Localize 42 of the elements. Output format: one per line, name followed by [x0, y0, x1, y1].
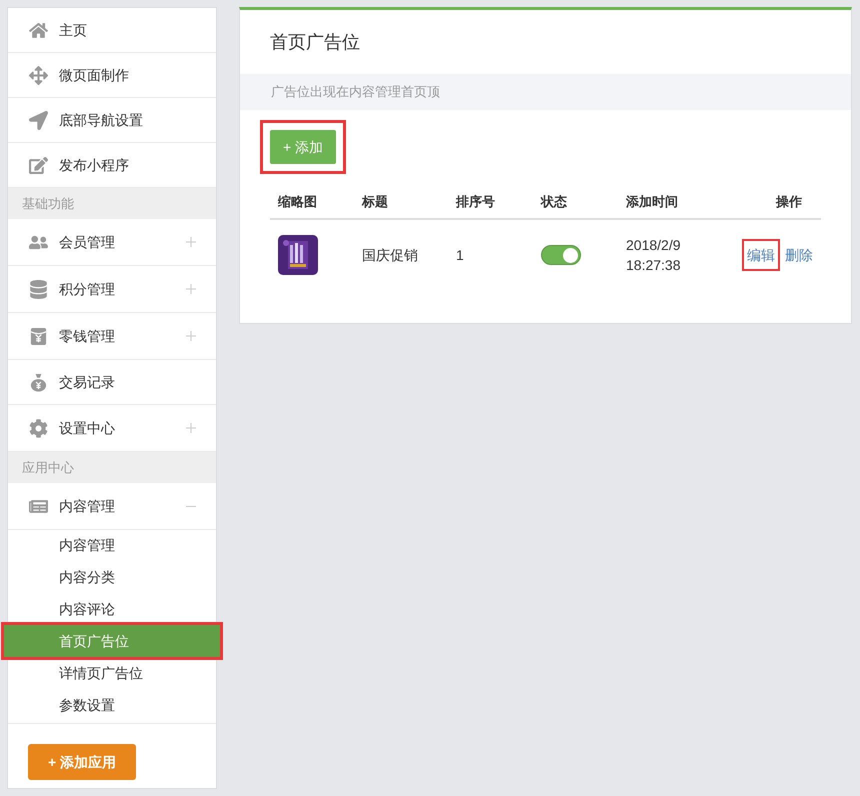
database-icon: [28, 279, 48, 299]
sidebar-item[interactable]: 交易记录: [8, 360, 216, 405]
sidebar-item[interactable]: 内容管理: [8, 483, 216, 530]
section-header: 应用中心: [8, 452, 216, 483]
sidebar-item[interactable]: 主页: [8, 8, 216, 53]
action-link[interactable]: 删除: [785, 246, 813, 264]
edit-icon: [28, 155, 48, 175]
time-text: 18:27:38: [626, 256, 682, 275]
yuan-card-icon: [28, 326, 48, 346]
column-header: 状态: [539, 193, 568, 212]
sidebar-item[interactable]: 会员管理: [8, 219, 216, 266]
date-text: 2018/2/9: [626, 236, 682, 255]
move-arrows-icon: [28, 65, 48, 85]
page-title: 首页广告位: [269, 30, 361, 54]
column-header: 添加时间: [625, 193, 679, 212]
column-header: 缩略图: [276, 193, 318, 212]
status-toggle[interactable]: [541, 245, 581, 265]
plus-icon: [186, 237, 196, 247]
sidebar-item[interactable]: 零钱管理: [8, 313, 216, 360]
sidebar-item[interactable]: 积分管理: [8, 266, 216, 313]
submenu-item[interactable]: 内容管理: [8, 529, 216, 561]
column-header: 排序号: [454, 193, 496, 212]
sidebar-item[interactable]: 底部导航设置: [8, 98, 216, 143]
submenu-item[interactable]: 内容分类: [8, 561, 216, 593]
plus-icon: [186, 423, 196, 433]
sidebar-item[interactable]: 微页面制作: [8, 53, 216, 98]
settings-icon: [28, 418, 48, 438]
table-cell-text: 国庆促销: [361, 246, 419, 264]
submenu-item[interactable]: 详情页广告位: [8, 657, 216, 689]
navigation-arrow-icon: [28, 110, 48, 130]
section-header: 基础功能: [8, 188, 216, 219]
table-cell-text: 1: [455, 246, 465, 264]
notice-bar: 广告位出现在内容管理首页顶: [240, 74, 851, 110]
plus-icon: [186, 331, 196, 341]
column-header: 操作: [774, 193, 803, 212]
submenu-item[interactable]: 内容评论: [8, 593, 216, 625]
column-header: 标题: [360, 193, 389, 212]
plus-icon: [186, 284, 196, 294]
submenu-item[interactable]: 参数设置: [8, 689, 216, 721]
money-bag-icon: [28, 372, 48, 392]
home-icon: [28, 20, 48, 40]
action-link[interactable]: 编辑: [747, 246, 775, 264]
